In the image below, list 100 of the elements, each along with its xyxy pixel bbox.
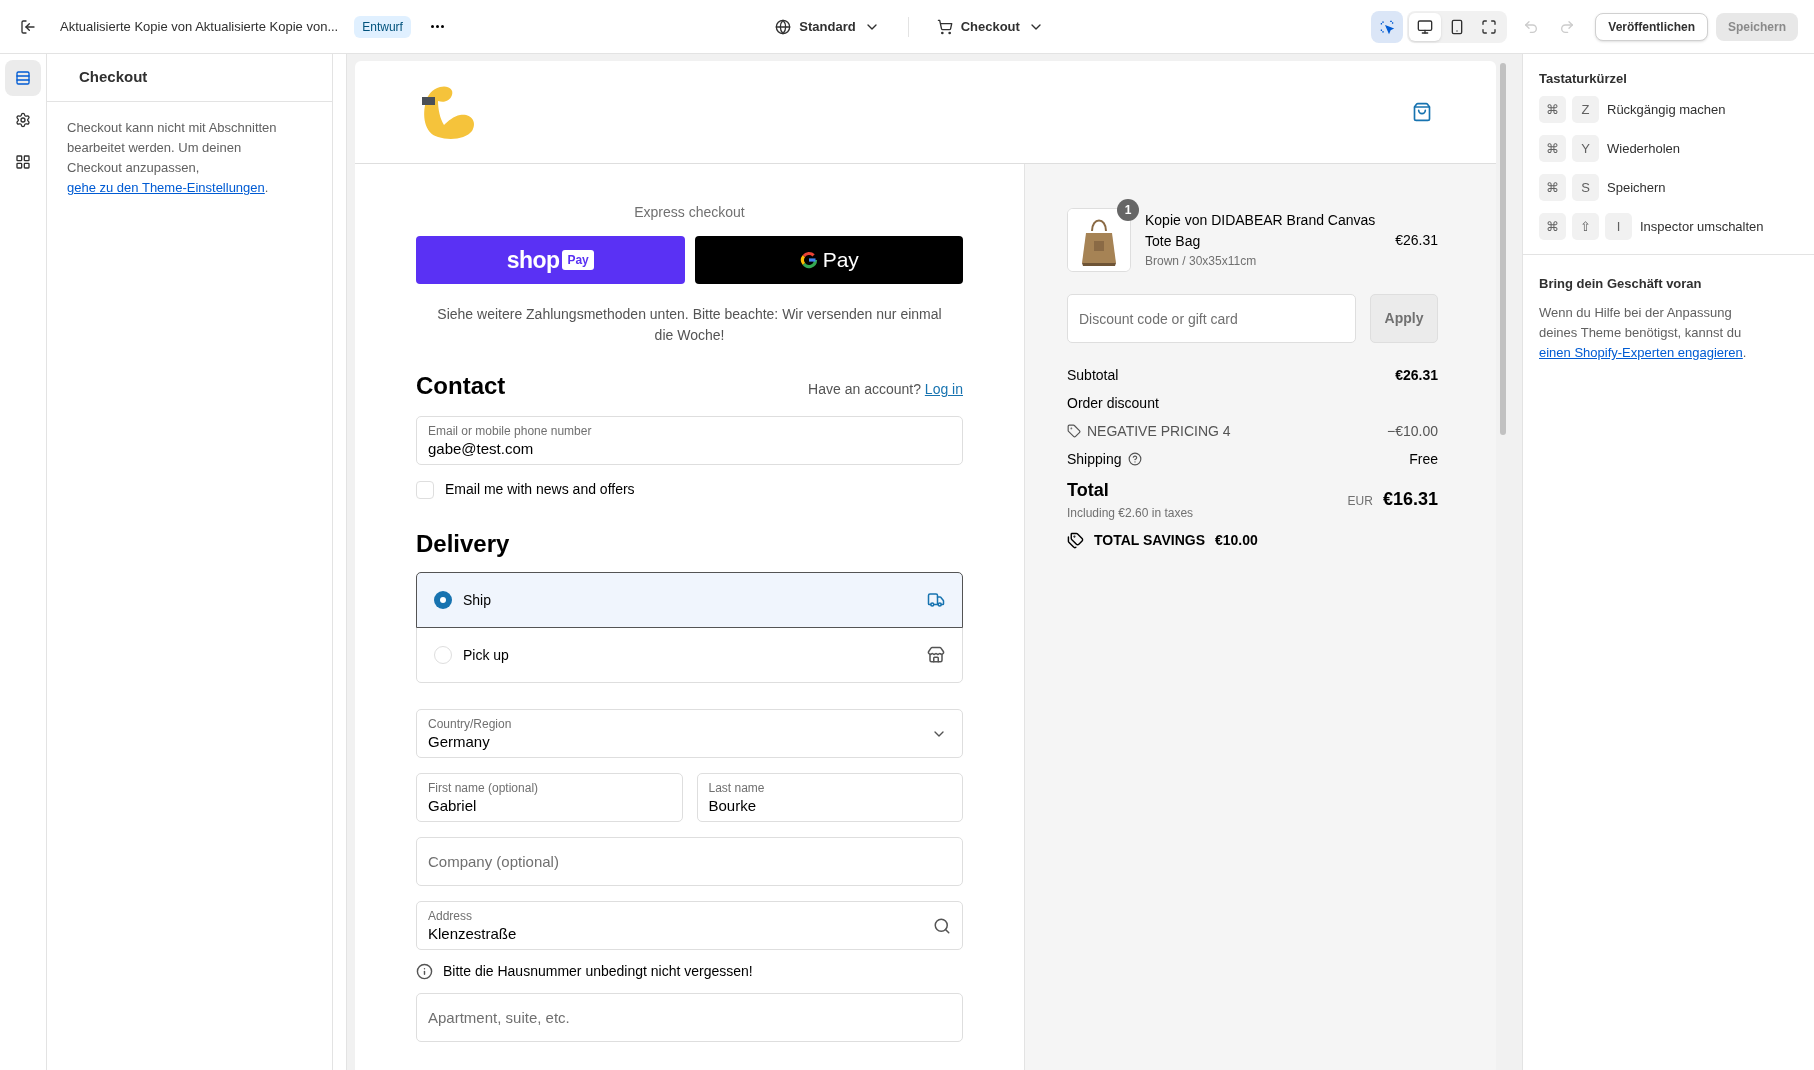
section-heading: Delivery [416,530,511,558]
truck-icon [927,591,945,609]
summary-label: NEGATIVE PRICING 4 [1087,421,1231,441]
text-field[interactable]: Apartment, suite, etc. [416,993,963,1042]
key-cap: I [1605,213,1632,240]
total-label: Total [1067,479,1110,502]
address-field[interactable]: Address Klenzestraße [416,901,963,950]
field-label: Address [428,907,474,924]
google-pay-button[interactable]: Pay [694,236,963,284]
status-badge: Entwurf [354,15,411,38]
shortcut-label: Inspector umschalten [1640,217,1764,236]
redo-icon [1559,18,1576,35]
cart-icon [936,18,953,35]
exit-icon [20,18,36,35]
key-cap: ⌘ [1539,174,1566,201]
summary-label: Shipping [1067,449,1122,469]
product-price: €26.31 [1395,230,1438,250]
expert-link[interactable]: einen Shopify-Experten engagieren [1539,345,1743,360]
checkbox-label: Email me with news and offers [445,480,635,499]
theme-menu[interactable]: Standard [775,16,880,37]
key-cap: S [1572,174,1599,201]
fullscreen-icon [1481,18,1498,35]
undo-icon [1523,18,1540,35]
tag-icon [1067,424,1081,438]
checkbox[interactable] [416,480,434,499]
shop-pay-button[interactable]: shop Pay [416,236,685,284]
name-field[interactable]: First name (optional) Gabriel [416,773,683,822]
google-g-icon [798,250,819,270]
growth-description: Wenn du Hilfe bei der Anpassung deines Theme benötigst, kannst du einen Shopify-Experten engagieren. [1539,304,1748,362]
product-name: Kopie von DIDABEAR Brand Canvas Tote Bag [1145,211,1377,251]
savings-amount: €10.00 [1215,531,1258,550]
sections-icon [15,70,31,86]
currency-code: EUR [1347,493,1373,510]
summary-label: Order discount [1067,393,1159,413]
summary-value: €26.31 [1395,365,1438,385]
settings-icon [15,112,31,128]
key-cap: Y [1572,135,1599,162]
desktop-icon [1417,18,1434,35]
name-field[interactable]: Last name Bourke [696,773,963,822]
shopping-bag-icon [1412,102,1432,122]
store-icon [927,646,945,664]
growth-title: Bring dein Geschäft voran [1539,276,1702,291]
option-label: Ship [463,590,493,610]
account-prompt: Have an account? Log in [808,380,963,399]
discount-field[interactable]: Discount code or gift card [1067,294,1356,343]
theme-title: Aktualisierte Kopie von Aktualisierte Kopie von... [60,17,339,36]
page-menu[interactable]: Checkout [936,16,1044,37]
apply-button[interactable]: Apply [1370,294,1438,343]
key-cap: ⌘ [1539,213,1566,240]
help-icon [1127,452,1142,466]
country-select[interactable]: Country/Region Germany [416,709,963,758]
field-label: Country/Region [428,715,513,732]
field-label: Last name [708,779,766,796]
option-label: Pick up [463,645,510,665]
tax-note: Including €2.60 in taxes [1067,505,1194,522]
shipping-notice: Siehe weitere Zahlungsmethoden unten. Bitte beachte: Wir versenden nur einmal die Woche! [436,305,943,345]
shortcuts-title: Tastaturkürzel [1539,71,1627,86]
field-label: Email or mobile phone number [428,422,593,439]
field-value: Klenzestraße [428,923,518,944]
inspector-icon [1379,18,1396,35]
field-value: Bourke [708,795,758,816]
login-link[interactable]: Log in [924,381,963,397]
shortcut-label: Rückgängig machen [1607,100,1726,119]
radio-button[interactable] [434,646,452,664]
total-amount: €16.31 [1382,488,1438,511]
product-variant: Brown / 30x35x11cm [1145,253,1258,270]
radio-button[interactable] [434,591,452,609]
publish-button[interactable]: Veröffentlichen [1595,12,1708,41]
delivery-option[interactable]: Ship [416,572,963,628]
shortcut-label: Speichern [1607,178,1666,197]
quantity-badge: 1 [1117,199,1139,221]
theme-settings-link[interactable]: gehe zu den Theme-Einstellungen [67,180,265,195]
info-icon [416,963,433,980]
savings-label: TOTAL SAVINGS [1094,531,1205,550]
text-field[interactable]: Company (optional) [416,837,963,886]
more-icon [430,25,444,28]
tags-icon [1067,532,1084,549]
express-checkout-label: Express checkout [633,203,746,222]
scrollbar-thumb[interactable] [1500,63,1506,435]
field-value: Gabriel [428,795,478,816]
field-value: gabe@test.com [428,438,535,459]
summary-value: −€10.00 [1387,421,1438,441]
key-cap: ⌘ [1539,96,1566,123]
view-mode-button[interactable] [1409,12,1442,41]
apps-icon [15,154,31,170]
section-heading: Contact [416,372,506,400]
search-icon [933,916,951,935]
key-cap: Z [1572,96,1599,123]
shortcut-label: Wiederholen [1607,139,1680,158]
summary-value: Free [1409,449,1438,469]
field-value: Germany [428,731,491,752]
email-field[interactable]: Email or mobile phone number gabe@test.com [416,416,963,465]
panel-title: Checkout [79,67,148,88]
globe-icon [775,18,792,35]
key-cap: ⌘ [1539,135,1566,162]
panel-description: Checkout kann nicht mit Abschnitten bearbeitet werden. Um deinen Checkout anzupassen, gehe zu den Theme-Einstellungen. [67,119,278,197]
key-cap: ⇧ [1572,213,1599,240]
address-note: Bitte die Hausnummer unbedingt nicht vergessen! [443,962,753,981]
delivery-option[interactable]: Pick up [416,627,963,683]
inspector-toggle[interactable] [1371,10,1404,43]
